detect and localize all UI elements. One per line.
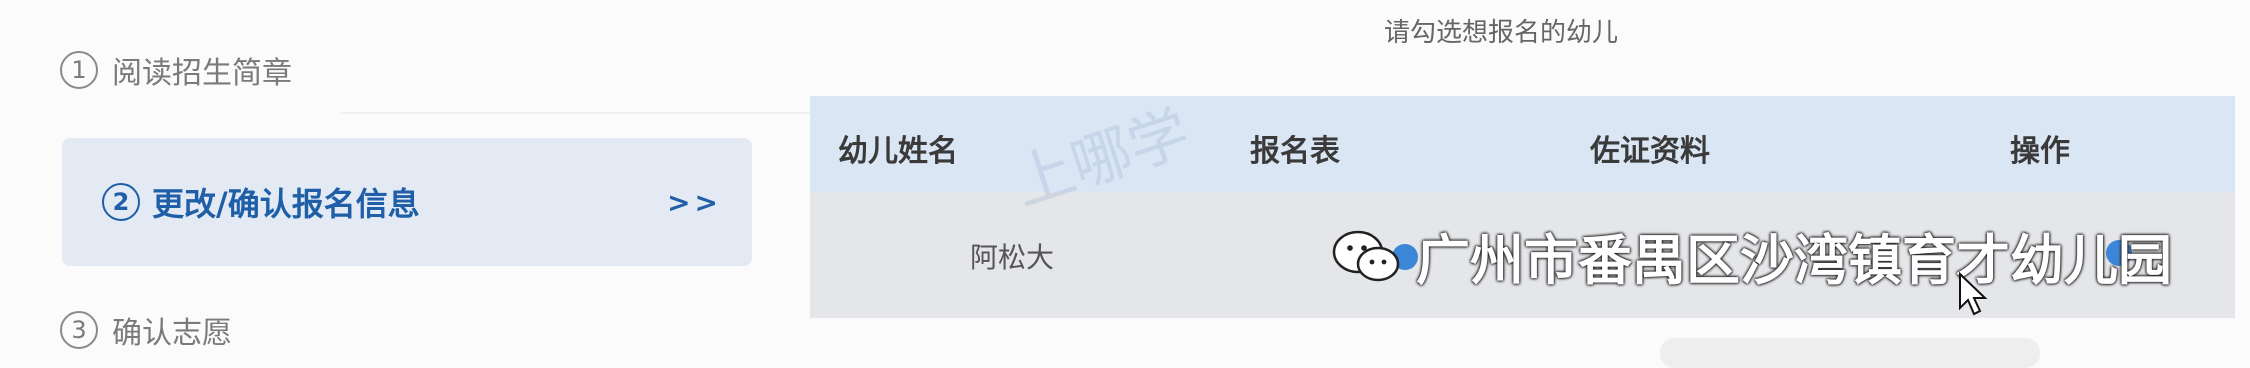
- step-arrows: >>: [667, 185, 722, 219]
- wechat-watermark: 广州市番禺区沙湾镇育才幼儿园: [1330, 216, 2172, 295]
- selection-hint: 请勾选想报名的幼儿: [1384, 18, 1619, 48]
- step-sidebar: 1 阅读招生简章 2 更改/确认报名信息 >> 3 确认志愿: [0, 0, 810, 355]
- table-header: 幼儿姓名 报名表 佐证资料 操作: [810, 96, 2235, 192]
- header-supporting-docs: 佐证资料: [1590, 134, 1710, 169]
- step-read-brochure[interactable]: 1 阅读招生简章: [60, 48, 292, 92]
- step-label-confirm-info: 更改/确认报名信息: [152, 185, 420, 223]
- step-confirm-info-active[interactable]: 2 更改/确认报名信息 >>: [62, 138, 752, 266]
- wechat-icon: [1332, 230, 1400, 281]
- brand-watermark-text: 广州市番禺区沙湾镇育才幼儿园: [1416, 229, 2172, 292]
- step-number-2: 2: [102, 183, 140, 221]
- header-child-name: 幼儿姓名: [838, 134, 958, 169]
- child-name-cell: 阿松大: [970, 241, 1055, 274]
- header-application-form: 报名表: [1250, 134, 1340, 169]
- step-label-read-brochure: 阅读招生简章: [112, 56, 292, 91]
- step-label-confirm-preferences: 确认志愿: [112, 316, 232, 351]
- blurred-button: [1660, 338, 2040, 368]
- header-actions: 操作: [2010, 134, 2070, 169]
- step-number-3: 3: [60, 311, 98, 349]
- step-confirm-preferences[interactable]: 3 确认志愿: [60, 308, 232, 352]
- step-number-1: 1: [60, 51, 98, 89]
- divider: [340, 112, 810, 114]
- mouse-cursor-icon: [1959, 272, 1988, 316]
